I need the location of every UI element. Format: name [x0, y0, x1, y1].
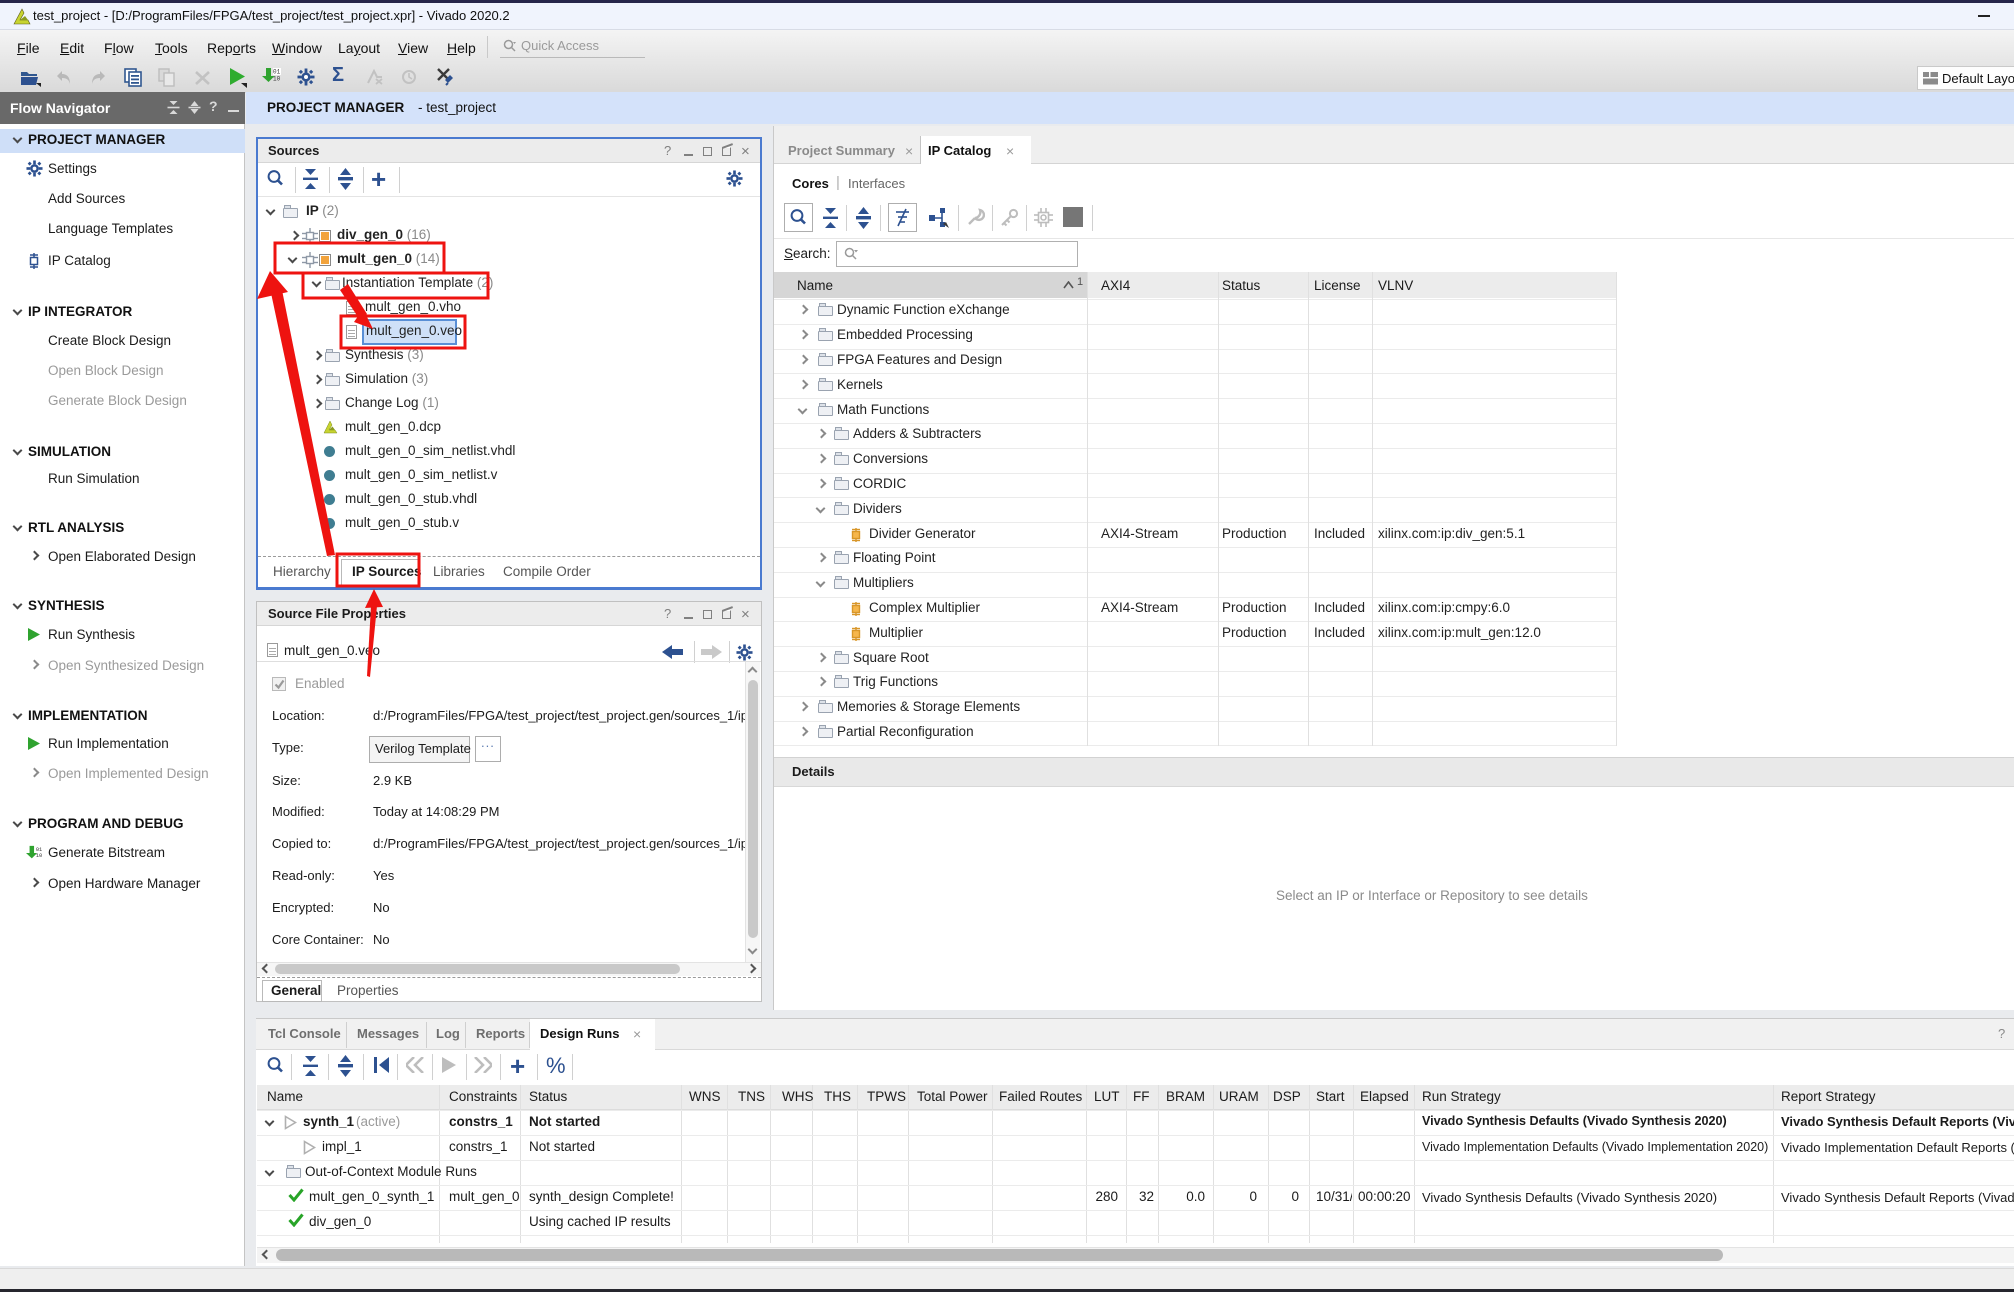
svg-text:10: 10 — [36, 853, 42, 859]
svg-text:01: 01 — [273, 69, 281, 76]
svg-text:01: 01 — [36, 847, 42, 853]
svg-text:10: 10 — [273, 76, 281, 83]
